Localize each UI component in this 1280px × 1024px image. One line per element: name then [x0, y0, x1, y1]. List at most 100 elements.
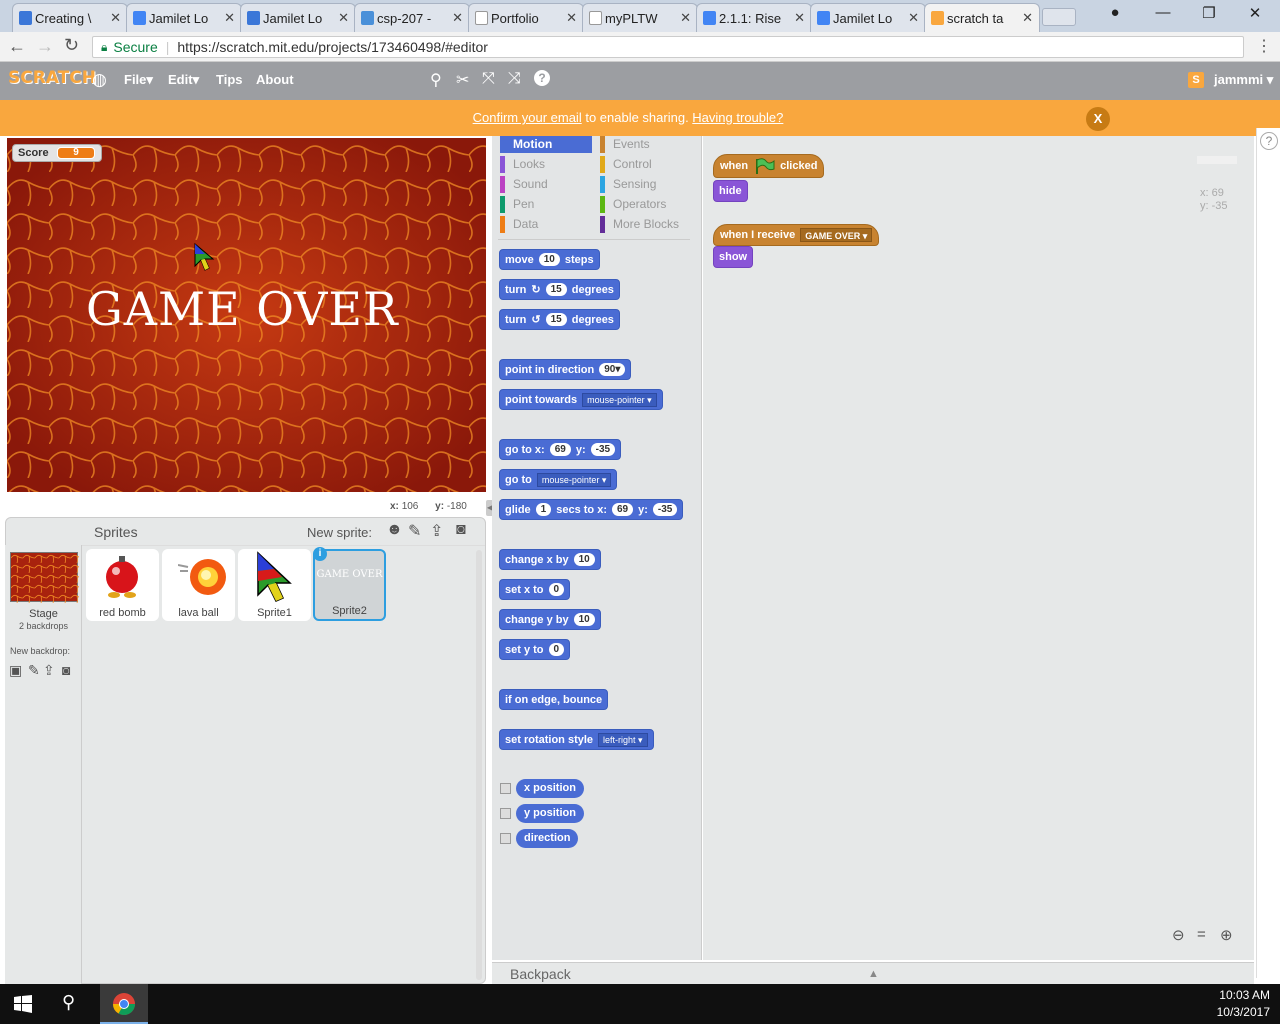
minimize-icon[interactable]: —: [1148, 4, 1178, 21]
paint-backdrop-icon[interactable]: ✎: [28, 662, 40, 679]
glide-block[interactable]: glide 1 secs to x: 69 y: -35: [499, 499, 684, 520]
category-operators[interactable]: Operators: [600, 196, 666, 213]
close-window-icon[interactable]: ✕: [1240, 4, 1270, 22]
restore-icon[interactable]: ❐: [1194, 4, 1224, 22]
direction-checkbox[interactable]: [500, 833, 511, 844]
browser-tab-active[interactable]: scratch ta ✕: [924, 3, 1040, 33]
avatar[interactable]: S: [1188, 72, 1204, 88]
category-sensing[interactable]: Sensing: [600, 176, 656, 193]
y-position-reporter[interactable]: y position: [516, 804, 584, 823]
file-menu[interactable]: File▾: [124, 72, 153, 88]
sprite-pane-scrollbar[interactable]: [476, 550, 482, 980]
when-flag-clicked-block[interactable]: when clicked: [713, 154, 825, 178]
set-x-block[interactable]: set x to 0: [499, 579, 571, 600]
move-steps-block[interactable]: move 10 steps: [499, 249, 600, 270]
category-control[interactable]: Control: [600, 156, 652, 173]
expand-arrow-icon[interactable]: ▲: [868, 963, 879, 985]
back-icon[interactable]: ←: [8, 36, 26, 57]
category-data[interactable]: Data: [500, 216, 538, 233]
help-sidebar-icon[interactable]: ?: [1260, 132, 1278, 150]
forward-icon[interactable]: →: [36, 36, 54, 57]
chrome-taskbar-button[interactable]: [100, 984, 148, 1024]
category-pen[interactable]: Pen: [500, 196, 534, 213]
upload-icon[interactable]: ⇪: [430, 521, 443, 541]
browser-tab[interactable]: Creating \ ✕: [12, 3, 128, 32]
shrink-icon[interactable]: ⤨: [508, 70, 521, 88]
category-more-blocks[interactable]: More Blocks: [600, 216, 679, 233]
globe-icon[interactable]: ◍: [92, 70, 107, 90]
scratch-logo[interactable]: SCRATCH: [8, 68, 96, 88]
direction-reporter[interactable]: direction: [516, 829, 579, 848]
point-direction-block[interactable]: point in direction 90▾: [499, 359, 632, 380]
about-menu[interactable]: About: [256, 72, 294, 87]
close-tab-icon[interactable]: ✕: [566, 10, 577, 26]
browser-tab[interactable]: Portfolio ✕: [468, 3, 584, 32]
user-menu[interactable]: jammmi ▾: [1214, 72, 1273, 88]
browser-tab[interactable]: Jamilet Lo ✕: [126, 3, 242, 32]
turn-left-block[interactable]: turn ↺ 15 degrees: [499, 309, 620, 330]
zoom-out-icon[interactable]: ⊖: [1172, 926, 1185, 944]
change-y-block[interactable]: change y by 10: [499, 609, 601, 630]
banner-close-button[interactable]: X: [1086, 107, 1110, 131]
close-tab-icon[interactable]: ✕: [794, 10, 805, 26]
sprite-library-icon[interactable]: ☻: [386, 521, 403, 539]
taskbar-date[interactable]: 10/3/2017: [1200, 1005, 1270, 1019]
zoom-in-icon[interactable]: ⊕: [1220, 926, 1233, 944]
category-looks[interactable]: Looks: [500, 156, 545, 173]
score-monitor[interactable]: Score 9: [12, 144, 102, 162]
camera-backdrop-icon[interactable]: ◙: [62, 662, 70, 678]
backpack-bar[interactable]: Backpack ▲: [492, 962, 1254, 984]
scripts-area[interactable]: [703, 136, 1254, 960]
close-tab-icon[interactable]: ✕: [1022, 10, 1033, 26]
backdrop-library-icon[interactable]: ▣: [9, 662, 22, 679]
stage-thumbnail[interactable]: [10, 552, 79, 603]
y-position-checkbox[interactable]: [500, 808, 511, 819]
browser-tab[interactable]: myPLTW ✕: [582, 3, 698, 32]
confirm-email-link[interactable]: Confirm your email: [473, 110, 582, 125]
x-position-reporter[interactable]: x position: [516, 779, 584, 798]
url-bar[interactable]: 🔒︎ Secure | https://scratch.mit.edu/proj…: [92, 36, 1244, 58]
camera-icon[interactable]: ◙: [456, 521, 466, 539]
close-tab-icon[interactable]: ✕: [680, 10, 691, 26]
hide-block[interactable]: hide: [713, 180, 748, 202]
windows-start-icon[interactable]: [14, 995, 32, 1013]
close-tab-icon[interactable]: ✕: [338, 10, 349, 26]
profile-icon[interactable]: ●: [1100, 4, 1130, 21]
sprite-thumbnail-selected[interactable]: GAME OVER Sprite2: [313, 549, 386, 621]
delete-icon[interactable]: ✂: [456, 70, 469, 90]
x-position-checkbox[interactable]: [500, 783, 511, 794]
help-icon[interactable]: ?: [534, 70, 550, 86]
taskbar-time[interactable]: 10:03 AM: [1200, 988, 1270, 1002]
show-block[interactable]: show: [713, 246, 754, 268]
tips-menu[interactable]: Tips: [216, 72, 243, 87]
new-tab-button[interactable]: [1042, 8, 1076, 26]
category-sound[interactable]: Sound: [500, 176, 548, 193]
sprite-thumbnail[interactable]: red bomb: [86, 549, 159, 621]
search-icon[interactable]: ⚲: [62, 992, 75, 1013]
menu-dots-icon[interactable]: ⋮: [1256, 36, 1272, 56]
browser-tab[interactable]: Jamilet Lo ✕: [240, 3, 356, 32]
category-events[interactable]: Events: [600, 136, 650, 153]
zoom-reset-icon[interactable]: =: [1197, 926, 1206, 943]
edit-menu[interactable]: Edit▾: [168, 72, 199, 88]
paint-brush-icon[interactable]: ✎: [408, 521, 421, 541]
upload-backdrop-icon[interactable]: ⇪: [43, 662, 55, 679]
duplicate-icon[interactable]: ⚲: [430, 70, 442, 90]
close-tab-icon[interactable]: ✕: [452, 10, 463, 26]
sprite-thumbnail[interactable]: lava ball: [162, 549, 235, 621]
close-tab-icon[interactable]: ✕: [908, 10, 919, 26]
reload-icon[interactable]: ↻: [64, 35, 79, 56]
go-to-xy-block[interactable]: go to x: 69 y: -35: [499, 439, 622, 460]
go-to-block[interactable]: go to mouse-pointer ▾: [499, 469, 618, 490]
browser-tab[interactable]: 2.1.1: Rise ✕: [696, 3, 812, 32]
browser-tab[interactable]: csp-207 - ✕: [354, 3, 470, 32]
close-tab-icon[interactable]: ✕: [110, 10, 121, 26]
rotation-style-block[interactable]: set rotation style left-right ▾: [499, 729, 654, 750]
sprite-thumbnail[interactable]: Sprite1: [238, 549, 311, 621]
info-icon[interactable]: i: [313, 547, 327, 561]
browser-tab[interactable]: Jamilet Lo ✕: [810, 3, 926, 32]
having-trouble-link[interactable]: Having trouble?: [692, 110, 783, 125]
when-i-receive-block[interactable]: when I receive GAME OVER ▾: [713, 224, 880, 246]
bounce-block[interactable]: if on edge, bounce: [499, 689, 609, 710]
grow-icon[interactable]: ⤧: [482, 70, 495, 88]
